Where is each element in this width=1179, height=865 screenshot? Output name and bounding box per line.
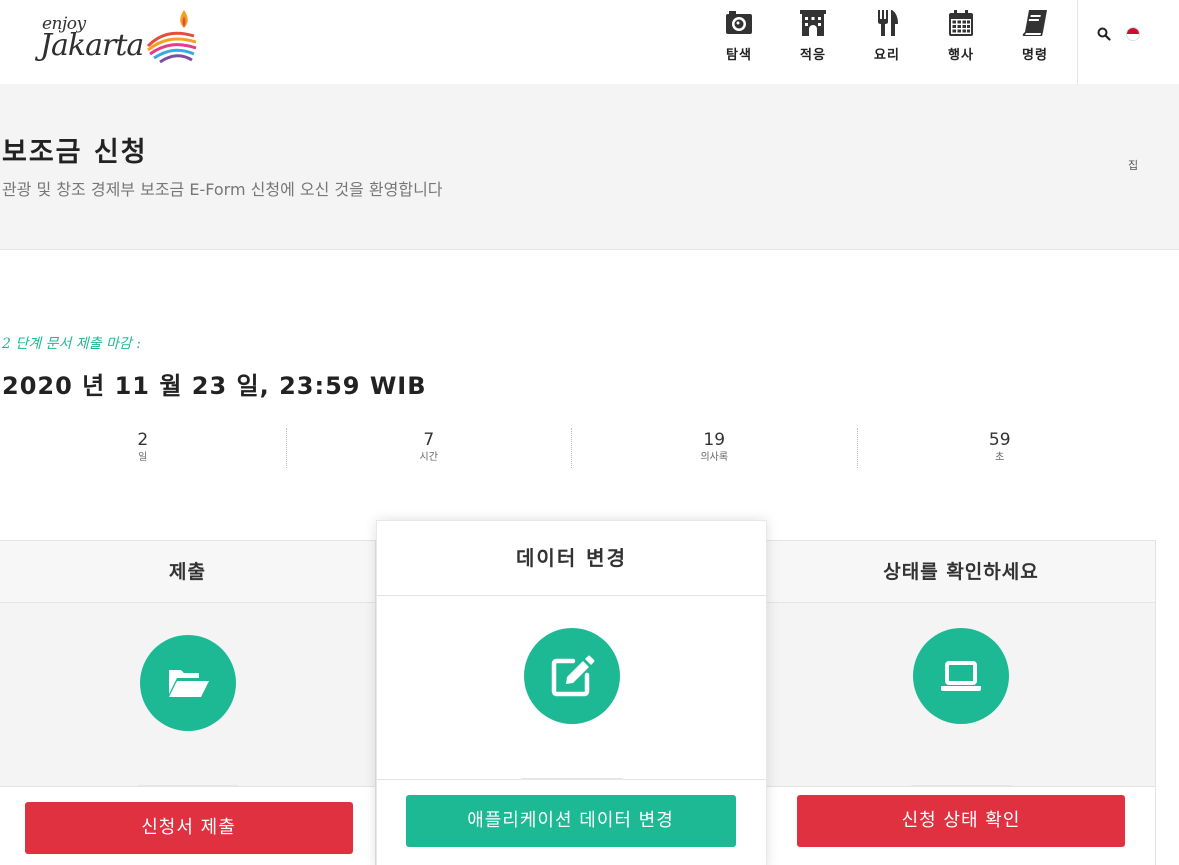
change-data-card: 데이터 변경 애플리케이션 데이터 변경 [376, 520, 767, 865]
breadcrumb-home[interactable]: 집 [1128, 157, 1138, 173]
camera-icon [726, 11, 752, 34]
card-footer: 애플리케이션 데이터 변경 [377, 778, 766, 865]
site-header: enjoy Jakarta 탐색 적응 요리 행사 명령 [0, 0, 1179, 84]
nav-item-stay[interactable]: 적응 [776, 0, 850, 84]
countdown-seconds: 59 초 [856, 428, 1143, 468]
countdown-unit: 일 [138, 452, 148, 463]
calendar-icon [949, 10, 973, 36]
search-icon[interactable] [1097, 27, 1111, 41]
countdown-value: 19 [703, 430, 726, 450]
header-divider [1077, 0, 1078, 84]
edit-icon [551, 655, 594, 697]
nav-item-cuisine[interactable]: 요리 [850, 0, 924, 84]
nav-item-orders[interactable]: 명령 [998, 0, 1072, 84]
logo-jakarta-text: Jakarta [40, 28, 144, 63]
card-footer: 신청서 제출 [0, 785, 375, 865]
check-status-card: 상태를 확인하세요 신청 상태 확인 [766, 540, 1156, 865]
nav-label: 행사 [948, 48, 974, 63]
submit-card: 제출 신청서 제출 [0, 540, 376, 865]
countdown-value: 2 [137, 430, 149, 450]
countdown-value: 59 [988, 430, 1011, 450]
countdown-unit: 시간 [419, 452, 438, 463]
folder-open-icon [168, 670, 209, 697]
countdown-unit: 의사록 [700, 452, 729, 463]
nav-label: 요리 [874, 48, 900, 63]
nav-item-events[interactable]: 행사 [924, 0, 998, 84]
card-icon-circle [913, 628, 1009, 724]
card-footer-tab [911, 785, 1011, 787]
deadline-date: 2020 년 11 월 23 일, 23:59 WIB [2, 372, 427, 400]
hotel-icon [800, 10, 826, 36]
card-body [767, 603, 1155, 786]
card-title: 데이터 변경 [377, 521, 766, 596]
deadline-label: 2 단계 문서 제출 마감 : [2, 336, 141, 352]
check-application-status-button[interactable]: 신청 상태 확인 [797, 795, 1125, 847]
page-title: 보조금 신청 [2, 137, 148, 168]
countdown-unit: 초 [995, 452, 1005, 463]
cutlery-icon [878, 10, 898, 36]
countdown-timer: 2 일 7 시간 19 의사록 59 초 [0, 428, 1142, 468]
logo-ribbon-icon [146, 10, 197, 64]
card-body [0, 603, 375, 786]
page-banner: 보조금 신청 관광 및 창조 경제부 보조금 E-Form 신청에 오신 것을 … [0, 84, 1179, 250]
page-subtitle: 관광 및 창조 경제부 보조금 E-Form 신청에 오신 것을 환영합니다 [2, 180, 443, 199]
change-application-data-button[interactable]: 애플리케이션 데이터 변경 [405, 795, 736, 847]
card-footer: 신청 상태 확인 [767, 785, 1155, 865]
card-title: 상태를 확인하세요 [767, 541, 1155, 603]
card-icon-circle [139, 635, 236, 731]
laptop-icon [941, 661, 981, 691]
nav-label: 적응 [800, 48, 826, 63]
nav-label: 명령 [1022, 48, 1048, 63]
countdown-minutes: 19 의사록 [571, 428, 857, 468]
card-icon-circle [523, 628, 620, 724]
nav-item-explore[interactable]: 탐색 [702, 0, 776, 84]
countdown-days: 2 일 [0, 428, 286, 468]
enjoy-jakarta-logo[interactable]: enjoy Jakarta [40, 6, 200, 68]
book-icon [1022, 10, 1047, 36]
nav-label: 탐색 [726, 48, 752, 63]
submit-application-button[interactable]: 신청서 제출 [24, 802, 353, 854]
card-title: 제출 [0, 541, 375, 603]
card-footer-tab [521, 778, 622, 780]
card-body [377, 596, 766, 779]
countdown-value: 7 [423, 430, 435, 450]
card-footer-tab [137, 785, 238, 787]
main-nav: 탐색 적응 요리 행사 명령 [702, 0, 1072, 84]
indonesia-flag-icon[interactable] [1126, 27, 1140, 41]
countdown-hours: 7 시간 [285, 428, 572, 468]
